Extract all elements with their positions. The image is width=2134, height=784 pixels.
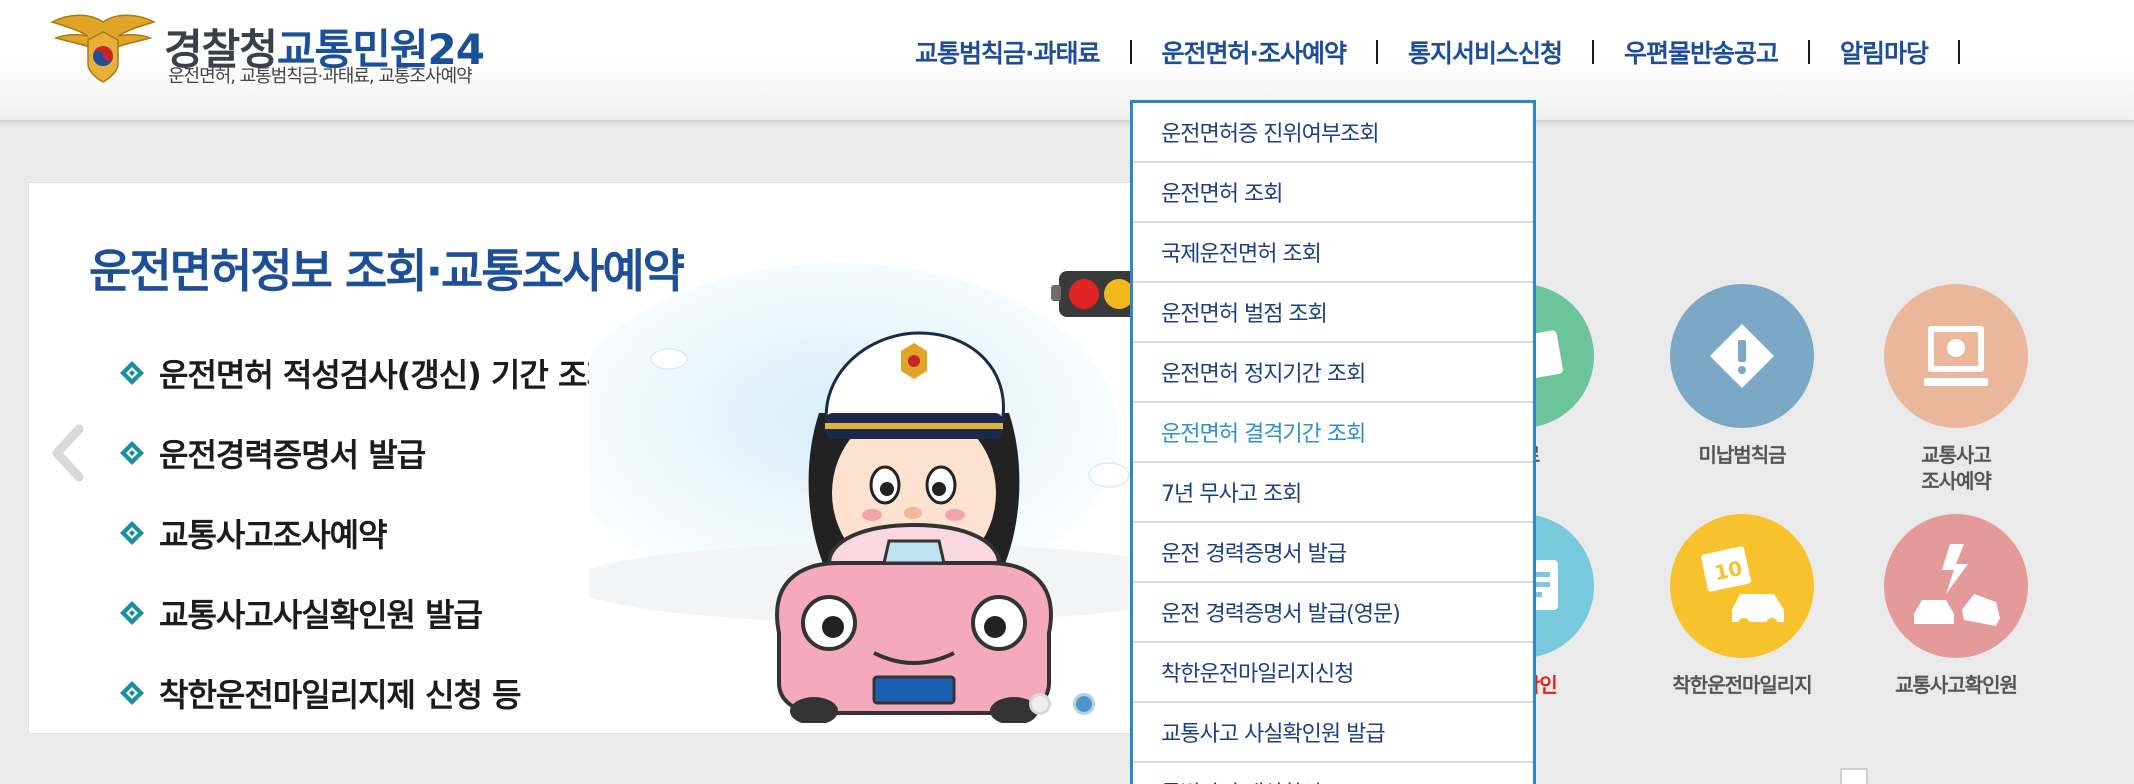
diamond-bullet-icon	[120, 441, 144, 465]
mileage-car-icon: 10	[1670, 514, 1814, 658]
nav-license-reservation[interactable]: 운전면허·조사예약	[1162, 34, 1347, 70]
nav-notification-service[interactable]: 통지서비스신청	[1408, 34, 1563, 70]
slide-dot-2[interactable]	[1073, 693, 1095, 715]
submenu-7yr-accident-free[interactable]: 7년 무사고 조회	[1133, 463, 1533, 523]
quick-link-label: 교통사고 조사예약	[1921, 443, 1992, 493]
quick-link-label: 미납범칙금	[1698, 443, 1787, 467]
submenu-driving-record-english[interactable]: 운전 경력증명서 발급(영문)	[1133, 583, 1533, 643]
scroll-top-button[interactable]	[1840, 768, 1868, 784]
brand-subtitle: 운전면허, 교통범칙금·과태료, 교통조사예약	[168, 66, 473, 87]
submenu-license-lookup[interactable]: 운전면허 조회	[1133, 163, 1533, 223]
nav-divider	[1376, 40, 1378, 64]
banner-feature-text: 교통사고조사예약	[159, 516, 388, 554]
police-mascot-car-illustration	[589, 263, 1169, 723]
quick-link-accident-certificate[interactable]: 교통사고확인원	[1856, 514, 2056, 698]
diamond-bullet-icon	[120, 601, 144, 625]
banner-feature-item: 착한운전마일리지제 신청 등	[119, 653, 615, 733]
quick-link-label: 교통사고확인원	[1895, 673, 2018, 697]
slide-pagination	[1029, 693, 1095, 715]
banner-feature-item: 운전경력증명서 발급	[119, 413, 615, 493]
police-emblem-icon	[49, 14, 157, 83]
banner-feature-text: 착한운전마일리지제 신청 등	[159, 676, 522, 714]
quick-link-unpaid-fines[interactable]: 미납범칙금	[1642, 284, 1842, 468]
main-banner: 운전면허정보 조회·교통조사예약 운전면허 적성검사(갱신) 기간 조회 운전경…	[28, 182, 1170, 734]
nav-divider	[1592, 40, 1595, 64]
nav-divider	[1129, 40, 1132, 64]
nav-divider	[1808, 40, 1811, 64]
submenu-penalty-points[interactable]: 운전면허 벌점 조회	[1133, 283, 1533, 343]
slide-dot-1[interactable]	[1029, 693, 1051, 715]
submenu-accident-certificate[interactable]: 교통사고 사실확인원 발급	[1133, 703, 1533, 763]
quick-link-mileage[interactable]: 10 착한운전마일리지	[1642, 514, 1842, 698]
accident-icon	[1884, 514, 2028, 658]
site-header: 경찰청교통민원24 운전면허, 교통범칙금·과태료, 교통조사예약 교통범칙금·…	[0, 0, 2134, 122]
banner-feature-text: 운전면허 적성검사(갱신) 기간 조회	[159, 356, 616, 394]
diamond-bullet-icon	[120, 521, 144, 545]
nav-returned-mail[interactable]: 우편물반송공고	[1624, 34, 1779, 70]
submenu-disqualification-period[interactable]: 운전면허 결격기간 조회	[1133, 403, 1533, 463]
submenu-suspension-period[interactable]: 운전면허 정지기간 조회	[1133, 343, 1533, 403]
submenu-special-reduction[interactable]: 특별감면 대상확인	[1133, 763, 1533, 784]
diamond-bullet-icon	[120, 361, 144, 385]
submenu-driving-record[interactable]: 운전 경력증명서 발급	[1133, 523, 1533, 583]
banner-feature-item: 교통사고조사예약	[119, 493, 615, 573]
banner-feature-item: 운전면허 적성검사(갱신) 기간 조회	[119, 333, 616, 413]
submenu-license-authenticity[interactable]: 운전면허증 진위여부조회	[1133, 103, 1533, 163]
nav-notices[interactable]: 알림마당	[1840, 34, 1929, 70]
main-nav: 교통범칙금·과태료 운전면허·조사예약 통지서비스신청 우편물반송공고 알림마당	[915, 34, 1990, 70]
banner-feature-text: 운전경력증명서 발급	[159, 436, 426, 474]
submenu-mileage-apply[interactable]: 착한운전마일리지신청	[1133, 643, 1533, 703]
banner-feature-text: 교통사고사실확인원 발급	[159, 596, 483, 634]
nav-fines[interactable]: 교통범칙금·과태료	[915, 34, 1100, 70]
site-logo[interactable]: 경찰청교통민원24 운전면허, 교통범칙금·과태료, 교통조사예약	[48, 12, 508, 87]
submenu-international-license[interactable]: 국제운전면허 조회	[1133, 223, 1533, 283]
quick-link-label: 착한운전마일리지	[1672, 673, 1812, 697]
diamond-bullet-icon	[120, 681, 144, 705]
banner-feature-list: 운전면허 적성검사(갱신) 기간 조회 운전경력증명서 발급 교통사고조사예약 …	[119, 333, 616, 733]
prev-slide-arrow-icon[interactable]	[49, 423, 89, 483]
banner-feature-item: 교통사고사실확인원 발급	[119, 573, 615, 653]
computer-icon	[1884, 284, 2028, 428]
warning-icon	[1670, 284, 1814, 428]
license-submenu-dropdown: 운전면허증 진위여부조회 운전면허 조회 국제운전면허 조회 운전면허 벌점 조…	[1130, 100, 1536, 784]
nav-divider	[1958, 40, 1961, 64]
quick-link-accident-reservation[interactable]: 교통사고 조사예약	[1856, 284, 2056, 494]
